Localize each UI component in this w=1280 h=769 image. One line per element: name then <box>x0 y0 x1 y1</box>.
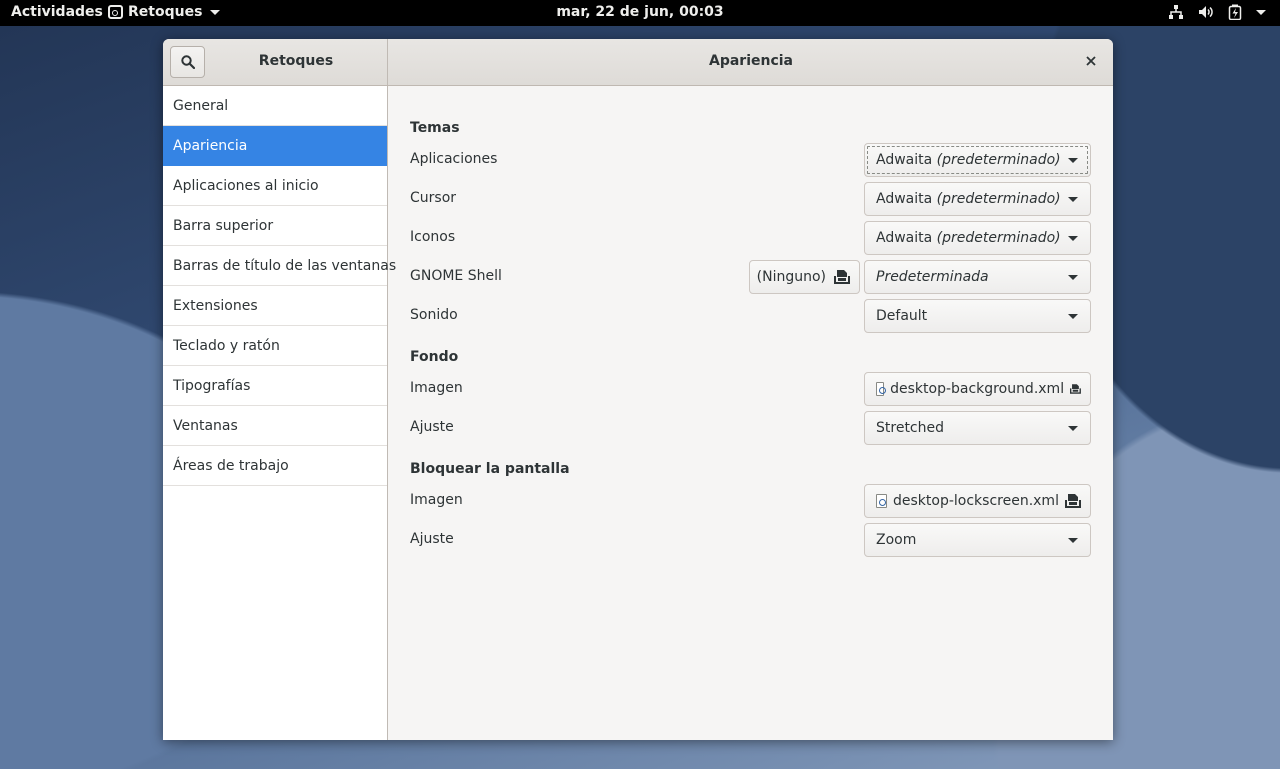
app-menu-label: Retoques <box>128 4 203 20</box>
cursor-theme-dropdown[interactable]: Adwaita (predeterminado) <box>864 182 1091 216</box>
bloqueo-ajuste-label: Ajuste <box>410 531 454 547</box>
lockscreen-adjust-dropdown[interactable]: Zoom <box>864 523 1091 557</box>
chevron-down-icon <box>1068 274 1078 280</box>
fondo-ajuste-label: Ajuste <box>410 419 454 435</box>
lockscreen-image-filename: desktop-lockscreen.xml <box>893 493 1059 509</box>
sidebar-item-aplicaciones-al-inicio[interactable]: Aplicaciones al inicio <box>163 166 387 206</box>
chevron-down-icon <box>1068 157 1078 163</box>
chevron-down-icon <box>1068 537 1078 543</box>
close-button[interactable] <box>1083 53 1099 69</box>
background-image-file-button[interactable]: desktop-background.xml <box>864 372 1091 406</box>
activities-button[interactable]: Actividades <box>11 4 103 20</box>
sound-theme-value: Default <box>876 308 928 324</box>
aplicaciones-theme-value: Adwaita (predeterminado) <box>876 152 1061 168</box>
shell-theme-dropdown[interactable]: Predeterminada <box>864 260 1091 294</box>
search-button[interactable] <box>170 46 205 78</box>
clock-button[interactable]: mar, 22 de jun, 00:03 <box>556 4 723 20</box>
section-title-temas: Temas <box>410 120 460 136</box>
app-menu-button[interactable]: Retoques <box>108 4 221 20</box>
cursor-theme-value: Adwaita (predeterminado) <box>876 191 1061 207</box>
iconos-label: Iconos <box>410 229 456 245</box>
tweaks-app-icon <box>108 5 123 19</box>
sidebar-item-barra-superior[interactable]: Barra superior <box>163 206 387 246</box>
section-title-fondo: Fondo <box>410 349 459 365</box>
document-open-icon <box>1070 384 1081 394</box>
window-title: Apariencia <box>708 53 793 69</box>
shell-theme-file-button[interactable]: (Ninguno) <box>749 260 860 294</box>
background-adjust-value: Stretched <box>876 420 944 436</box>
sonido-label: Sonido <box>410 307 458 323</box>
aplicaciones-theme-dropdown[interactable]: Adwaita (predeterminado) <box>864 143 1091 177</box>
lockscreen-image-file-button[interactable]: desktop-lockscreen.xml <box>864 484 1091 518</box>
sidebar-item-extensiones[interactable]: Extensiones <box>163 286 387 326</box>
sidebar-item-general[interactable]: General <box>163 86 387 126</box>
file-icon <box>876 494 887 508</box>
cursor-label: Cursor <box>410 190 457 206</box>
bloqueo-imagen-label: Imagen <box>410 492 463 508</box>
chevron-down-icon <box>210 9 221 15</box>
background-image-filename: desktop-background.xml <box>890 381 1065 397</box>
volume-icon <box>1199 6 1213 18</box>
file-icon <box>876 382 887 396</box>
sidebar-item-teclado-y-raton[interactable]: Teclado y ratón <box>163 326 387 366</box>
chevron-down-icon <box>1068 196 1078 202</box>
sidebar-header: Retoques <box>163 39 388 85</box>
gnome-shell-label: GNOME Shell <box>410 268 502 284</box>
chevron-down-icon <box>1068 313 1078 319</box>
tweaks-window: Retoques Apariencia General Apariencia A… <box>163 39 1113 740</box>
chevron-down-icon <box>1068 235 1078 241</box>
top-bar: Actividades Retoques mar, 22 de jun, 00:… <box>0 0 1280 26</box>
background-adjust-dropdown[interactable]: Stretched <box>864 411 1091 445</box>
sidebar: General Apariencia Aplicaciones al inici… <box>163 86 396 740</box>
sidebar-item-ventanas[interactable]: Ventanas <box>163 406 387 446</box>
icon-theme-value: Adwaita (predeterminado) <box>876 230 1061 246</box>
appearance-panel: Temas Aplicaciones Adwaita (predetermina… <box>389 86 1113 740</box>
chevron-down-icon <box>1068 425 1078 431</box>
close-icon <box>1086 56 1096 66</box>
section-title-bloquear-pantalla: Bloquear la pantalla <box>410 461 570 477</box>
sidebar-title: Retoques <box>258 53 334 69</box>
shell-theme-file-label: (Ninguno) <box>756 269 826 285</box>
aplicaciones-label: Aplicaciones <box>410 151 498 167</box>
document-open-icon <box>1065 494 1081 508</box>
sound-theme-dropdown[interactable]: Default <box>864 299 1091 333</box>
network-icon <box>1169 5 1183 19</box>
system-menu-caret-icon <box>1256 10 1266 15</box>
battery-icon <box>1228 4 1242 20</box>
sidebar-item-apariencia[interactable]: Apariencia <box>163 126 387 166</box>
shell-theme-value: Predeterminada <box>876 269 989 285</box>
icon-theme-dropdown[interactable]: Adwaita (predeterminado) <box>864 221 1091 255</box>
sidebar-item-areas-de-trabajo[interactable]: Áreas de trabajo <box>163 446 387 486</box>
system-tray[interactable] <box>1168 4 1266 20</box>
sidebar-item-barras-de-titulo[interactable]: Barras de título de las ventanas <box>163 246 396 286</box>
sidebar-item-tipografias[interactable]: Tipografías <box>163 366 387 406</box>
search-icon <box>180 55 195 69</box>
lockscreen-adjust-value: Zoom <box>876 532 917 548</box>
document-open-icon <box>834 270 850 284</box>
header-bar: Retoques Apariencia <box>163 39 1113 86</box>
fondo-imagen-label: Imagen <box>410 380 463 396</box>
